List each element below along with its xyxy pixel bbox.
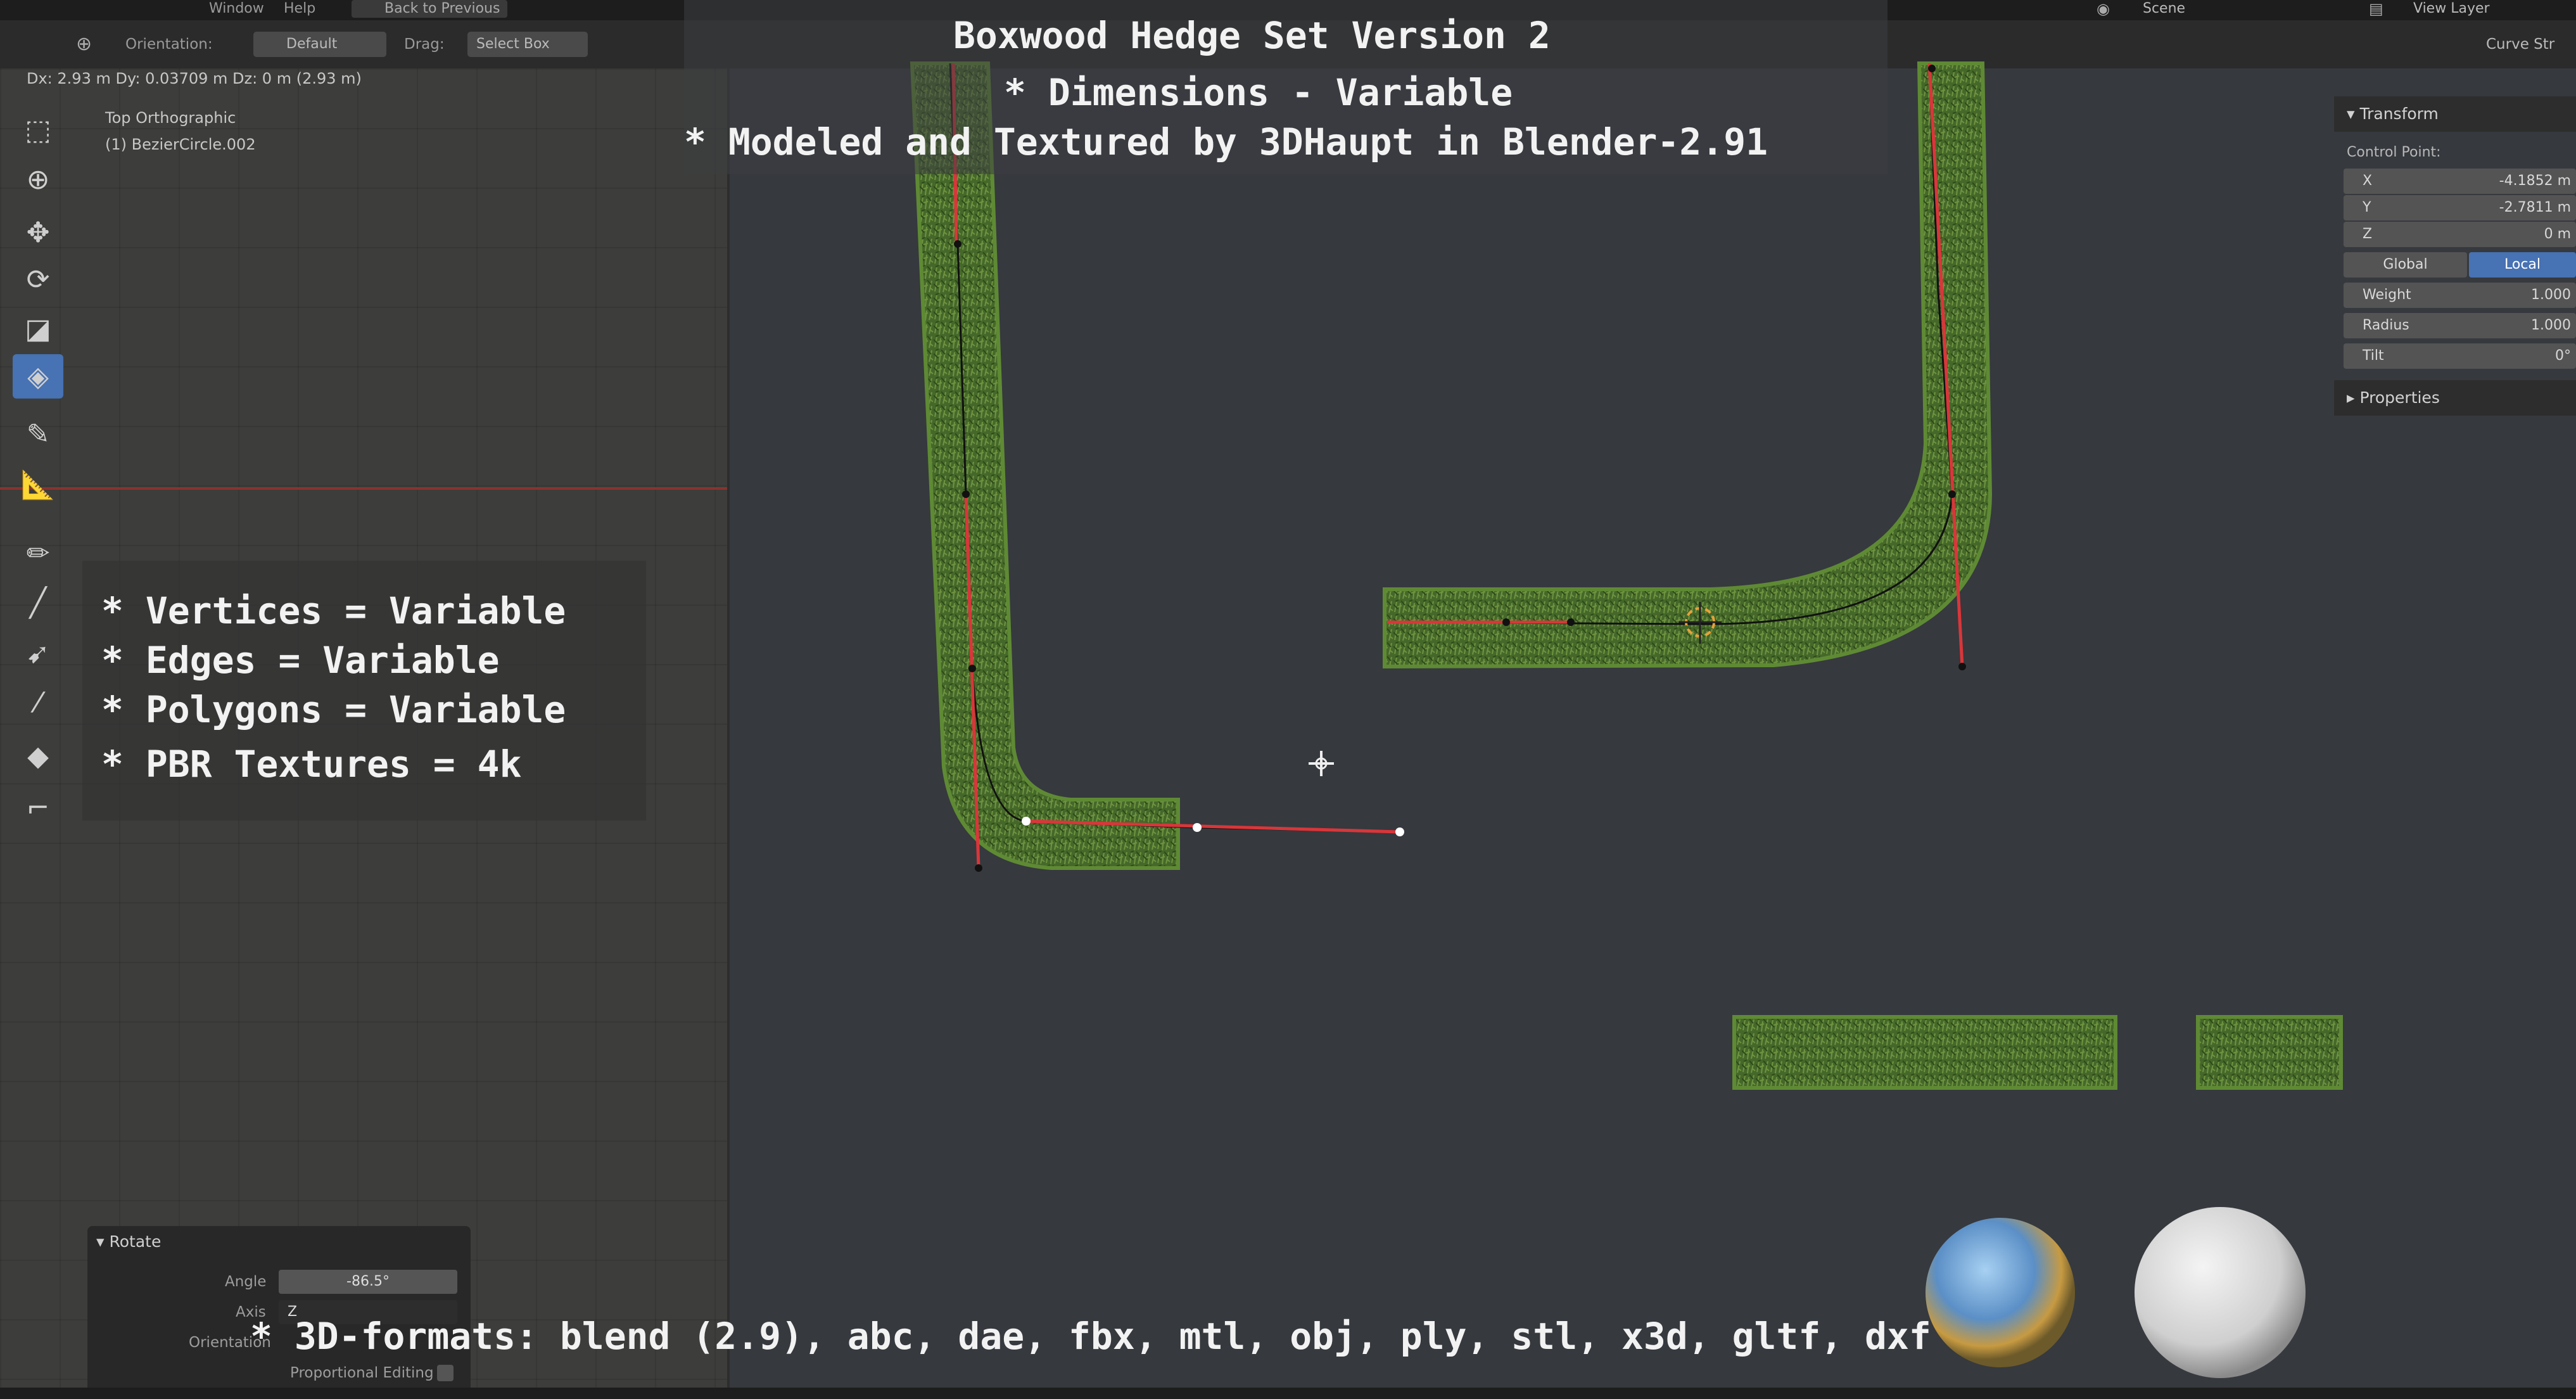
rotate-header-label: Rotate [109, 1232, 162, 1251]
control-point[interactable] [1567, 618, 1575, 626]
properties-header-label: Properties [2359, 388, 2440, 407]
control-point[interactable] [1958, 663, 1966, 670]
hdri-preview-sphere [1926, 1218, 2075, 1367]
overlay-line-modeled: * Modeled and Textured by 3DHaupt in Ble… [684, 120, 1768, 163]
weight-field[interactable]: Weight 1.000 [2344, 283, 2576, 308]
overlay-line-dimensions: * Dimensions - Variable [1004, 71, 1513, 114]
overlay-stat: * Edges = Variable [101, 639, 500, 682]
properties-panel-header[interactable]: ▸ Properties [2334, 380, 2576, 416]
angle-label: Angle [225, 1274, 267, 1290]
z-value: 0 m [2544, 226, 2571, 242]
x-label: X [2363, 173, 2373, 189]
local-toggle[interactable]: Local [2469, 252, 2576, 278]
radius-field[interactable]: Radius 1.000 [2344, 313, 2576, 338]
y-field[interactable]: Y -2.7811 m [2344, 195, 2576, 220]
transform-header-label: Transform [2359, 105, 2439, 123]
overlay-stat: * PBR Textures = 4k [101, 743, 522, 786]
hedge-straight-long [1732, 1015, 2117, 1090]
control-point-selected[interactable] [1022, 817, 1031, 826]
control-point[interactable] [1948, 490, 1956, 498]
status-bar [0, 1388, 2576, 1399]
hedge-left-l [910, 61, 1180, 870]
control-point[interactable] [962, 490, 970, 498]
tilt-value: 0° [2555, 348, 2571, 364]
overlay-formats: * 3D-formats: blend (2.9), abc, dae, fbx… [250, 1315, 1931, 1358]
tilt-label: Tilt [2363, 348, 2384, 364]
radius-label: Radius [2363, 317, 2409, 333]
angle-field[interactable]: -86.5° [279, 1270, 457, 1294]
matcap-preview-sphere [2135, 1207, 2306, 1378]
radius-value: 1.000 [2531, 317, 2571, 333]
overlay-title: Boxwood Hedge Set Version 2 [953, 14, 1551, 57]
chevron-right-icon: ▸ [2347, 388, 2360, 407]
proportional-editing-checkbox[interactable] [437, 1365, 454, 1381]
z-field[interactable]: Z 0 m [2344, 222, 2576, 247]
y-value: -2.7811 m [2499, 200, 2571, 215]
x-value: -4.1852 m [2499, 173, 2571, 189]
chevron-down-icon: ▾ [2347, 105, 2360, 123]
transform-panel-header[interactable]: ▾ Transform [2334, 96, 2576, 132]
control-point[interactable] [1502, 618, 1510, 626]
control-point-label: Control Point: [2347, 144, 2441, 160]
overlay-stat: * Vertices = Variable [101, 589, 566, 632]
chevron-down-icon: ▾ [96, 1232, 110, 1251]
global-toggle[interactable]: Global [2344, 252, 2467, 278]
move-cursor-icon [1309, 751, 1334, 776]
rotate-panel-header[interactable]: ▾ Rotate [96, 1232, 161, 1251]
bezier-curve-left [949, 63, 1400, 833]
z-label: Z [2363, 226, 2373, 242]
control-point[interactable] [968, 665, 976, 672]
hedge-straight-short [2196, 1015, 2343, 1090]
weight-label: Weight [2363, 287, 2411, 303]
control-point-selected[interactable] [1193, 823, 1202, 832]
tilt-field[interactable]: Tilt 0° [2344, 343, 2576, 369]
control-point-selected[interactable] [1395, 827, 1404, 836]
control-point[interactable] [954, 240, 961, 248]
y-label: Y [2363, 200, 2371, 215]
control-point[interactable] [1928, 65, 1936, 72]
overlay-stat: * Polygons = Variable [101, 688, 566, 731]
x-field[interactable]: X -4.1852 m [2344, 169, 2576, 194]
proportional-editing-label: Proportional Editing [290, 1365, 434, 1381]
control-point[interactable] [975, 864, 982, 872]
weight-value: 1.000 [2531, 287, 2571, 303]
